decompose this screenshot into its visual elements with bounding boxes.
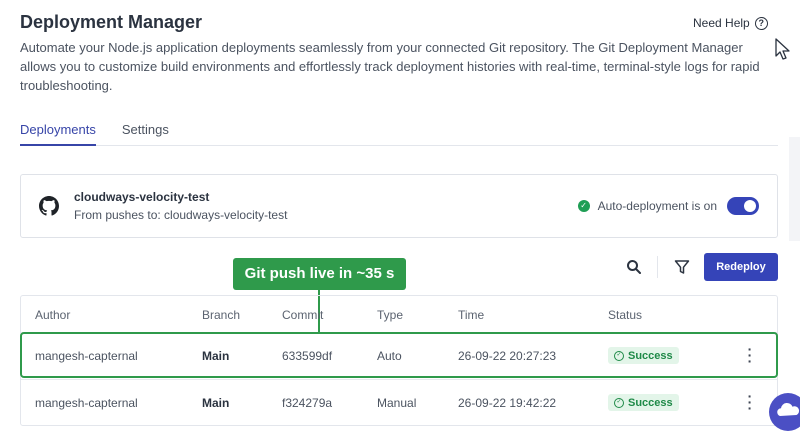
cell-author: mangesh-capternal — [35, 396, 138, 410]
table-row[interactable]: mangesh-capternal Main f324279a Manual 2… — [21, 380, 777, 426]
need-help-label: Need Help — [693, 16, 750, 30]
toolbar-divider — [657, 256, 658, 278]
annotation-callout: Git push live in ~35 s — [233, 258, 406, 290]
page-title: Deployment Manager — [20, 12, 203, 32]
page-description: Automate your Node.js application deploy… — [20, 40, 760, 93]
repo-card: cloudways-velocity-test From pushes to: … — [20, 174, 778, 238]
github-icon — [39, 196, 59, 216]
chat-bubble-icon[interactable] — [769, 393, 800, 431]
check-icon: ✓ — [577, 200, 590, 212]
cell-branch: Main — [202, 396, 230, 410]
scrollbar-track[interactable] — [789, 137, 800, 241]
column-header-author: Author — [35, 308, 71, 322]
repo-branch-info: From pushes to: cloudways-velocity-test — [74, 208, 288, 222]
column-header-status: Status — [608, 308, 643, 322]
column-header-branch: Branch — [202, 308, 241, 322]
tab-settings[interactable]: Settings — [122, 120, 169, 146]
status-label: Success — [628, 396, 673, 409]
search-icon[interactable] — [626, 259, 642, 275]
cloud-icon — [777, 402, 800, 416]
row-highlight-annotation — [20, 332, 778, 378]
need-help-link[interactable]: Need Help ? — [693, 16, 768, 30]
column-header-commit: Commit — [282, 308, 324, 322]
success-check-icon: ✓ — [614, 397, 624, 408]
repo-name: cloudways-velocity-test — [74, 190, 210, 204]
column-header-type: Type — [377, 308, 404, 322]
auto-deploy-status: ✓ Auto-deployment is on — [577, 197, 759, 215]
auto-deploy-toggle[interactable] — [727, 197, 759, 215]
cell-type: Manual — [377, 396, 417, 410]
cell-time: 26-09-22 19:42:22 — [458, 396, 557, 410]
tab-bar: Deployments Settings — [20, 120, 778, 146]
filter-icon[interactable] — [674, 259, 690, 275]
mouse-cursor-icon — [775, 38, 790, 60]
status-badge: ✓ Success — [608, 394, 679, 411]
column-header-time: Time — [458, 308, 485, 322]
redeploy-button[interactable]: Redeploy — [704, 253, 778, 281]
auto-deploy-label: Auto-deployment is on — [597, 199, 717, 213]
kebab-menu-icon[interactable]: · · · — [743, 389, 757, 415]
help-icon: ? — [754, 16, 768, 30]
table-header: Author Branch Commit Type Time Status — [21, 296, 777, 332]
tab-deployments[interactable]: Deployments — [20, 120, 96, 146]
cell-commit: f324279a — [282, 396, 333, 410]
